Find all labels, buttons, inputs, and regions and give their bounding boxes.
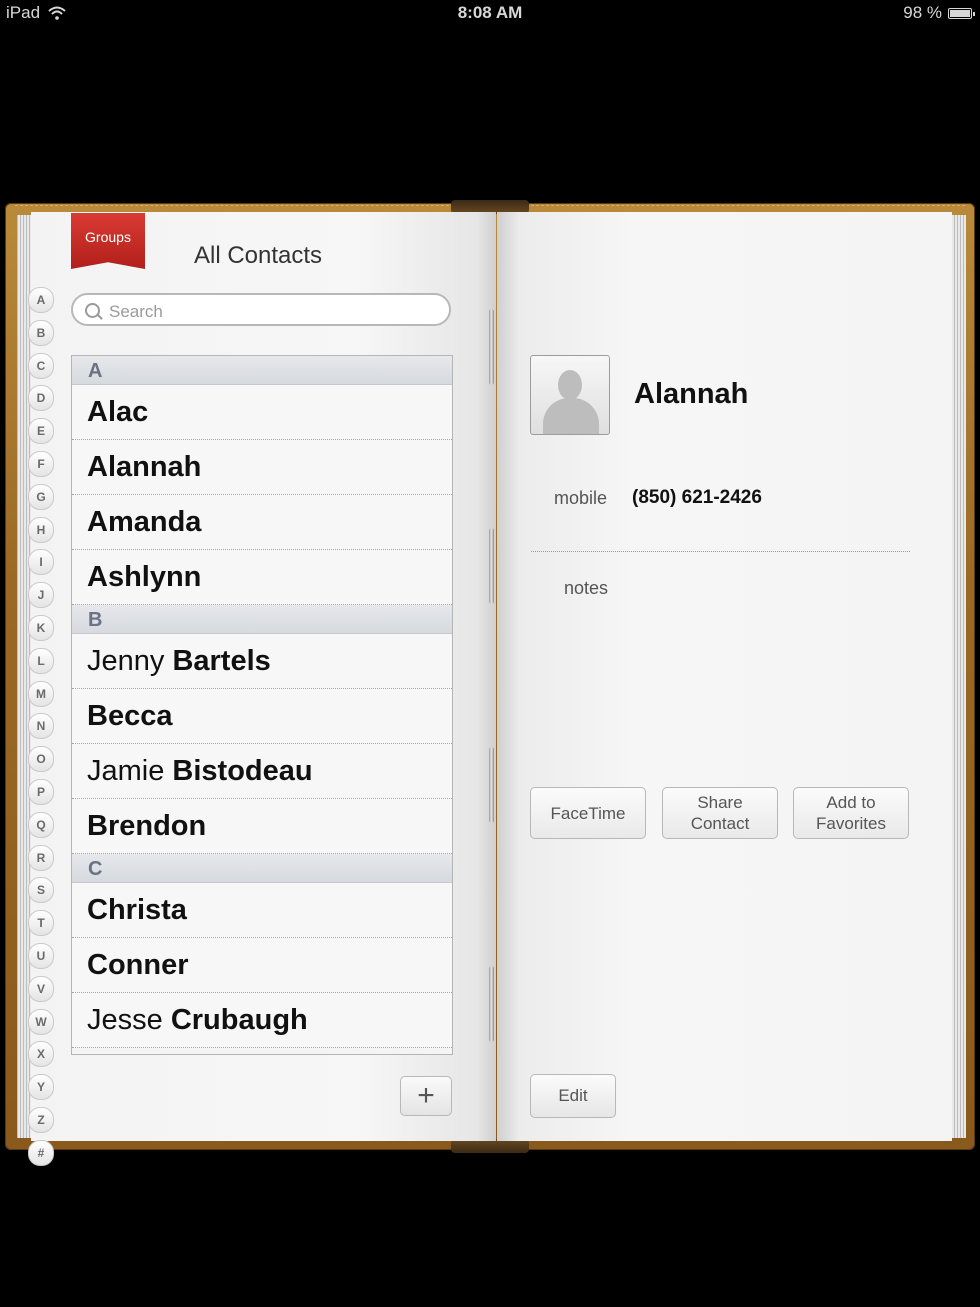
alphabet-index[interactable]: A B C D E F G H I J K L M N O P Q R S T U V W X Y Z # — [28, 287, 58, 1173]
binding-ring — [489, 528, 494, 604]
contact-row[interactable]: Jesse Crubaugh — [72, 993, 452, 1048]
index-letter[interactable]: P — [28, 778, 54, 805]
search-placeholder: Search — [109, 302, 163, 321]
contact-last-name: Christa — [87, 894, 187, 926]
contact-photo[interactable] — [530, 355, 610, 435]
index-letter[interactable]: L — [28, 647, 54, 674]
index-letter[interactable]: # — [28, 1139, 54, 1166]
contact-last-name: Bartels — [172, 645, 271, 677]
index-letter[interactable]: D — [28, 385, 54, 412]
index-letter[interactable]: B — [28, 319, 54, 346]
favorites-label-line1: Add to — [826, 793, 876, 812]
index-letter[interactable]: O — [28, 746, 54, 773]
index-letter[interactable]: T — [28, 910, 54, 937]
index-letter[interactable]: N — [28, 713, 54, 740]
index-letter[interactable]: M — [28, 680, 54, 707]
index-letter[interactable]: E — [28, 418, 54, 445]
index-letter[interactable]: F — [28, 450, 54, 477]
binding-ring — [489, 309, 494, 385]
index-letter[interactable]: C — [28, 352, 54, 379]
index-letter[interactable]: H — [28, 516, 54, 543]
book-clasp-bottom — [451, 1139, 529, 1153]
index-letter[interactable]: V — [28, 975, 54, 1002]
add-to-favorites-label: Add to Favorites — [816, 792, 886, 834]
index-letter[interactable]: A — [28, 287, 54, 313]
mobile-label: mobile — [554, 488, 608, 508]
contact-last-name: Alannah — [87, 451, 202, 483]
index-letter[interactable]: W — [28, 1008, 54, 1035]
contact-row[interactable]: Alannah — [72, 440, 452, 495]
edit-button[interactable]: Edit — [530, 1074, 616, 1118]
index-letter[interactable]: S — [28, 877, 54, 904]
contact-row[interactable]: Jenny Bartels — [72, 634, 452, 689]
battery-icon — [948, 7, 975, 19]
contact-first-name: Jamie — [87, 755, 165, 787]
contact-last-name: Conner — [87, 949, 189, 981]
index-letter[interactable]: U — [28, 942, 54, 969]
contact-row[interactable]: Brendon — [72, 799, 452, 854]
notes-label: notes — [564, 578, 609, 598]
share-label-line1: Share — [697, 793, 743, 812]
contact-last-name: Alac — [87, 396, 149, 428]
share-label-line2: Contact — [690, 814, 750, 833]
contact-row[interactable]: Amanda — [72, 495, 452, 550]
share-contact-button[interactable]: Share Contact — [662, 787, 778, 839]
status-time: 8:08 AM — [457, 3, 523, 22]
index-letter[interactable]: X — [28, 1041, 54, 1068]
facetime-label: FaceTime — [550, 803, 626, 823]
add-contact-button[interactable]: + — [400, 1076, 452, 1116]
share-contact-label: Share Contact — [691, 792, 750, 834]
right-page — [497, 212, 952, 1141]
contact-row[interactable]: Christa — [72, 883, 452, 938]
contact-first-name: Jenny — [87, 645, 165, 677]
contact-last-name: Ashlynn — [87, 561, 202, 593]
section-header: A — [72, 356, 452, 385]
contact-row[interactable]: Jamie Bistodeau — [72, 744, 452, 799]
index-letter[interactable]: K — [28, 614, 54, 641]
status-bar: iPad 8:08 AM 98 % — [0, 0, 980, 26]
add-to-favorites-button[interactable]: Add to Favorites — [793, 787, 909, 839]
contact-list[interactable]: A Alac Alannah Amanda Ashlynn B Jenny Bartels B… — [71, 355, 453, 1055]
index-letter[interactable]: I — [28, 549, 54, 576]
favorites-label-line2: Favorites — [816, 814, 886, 833]
groups-button[interactable]: Groups — [71, 213, 145, 269]
search-icon — [85, 303, 100, 318]
contact-last-name: Bistodeau — [172, 755, 313, 787]
index-letter[interactable]: R — [28, 844, 54, 871]
index-letter[interactable]: G — [28, 483, 54, 510]
person-silhouette-icon — [558, 370, 582, 400]
index-letter[interactable]: Z — [28, 1106, 54, 1133]
section-header: C — [72, 854, 452, 883]
contact-row[interactable]: Ashlynn — [72, 550, 452, 605]
field-divider — [531, 551, 910, 552]
contact-last-name: Brendon — [87, 810, 207, 842]
facetime-button[interactable]: FaceTime — [530, 787, 646, 839]
contact-row[interactable]: Conner — [72, 938, 452, 993]
battery-percent: 98 % — [903, 3, 942, 22]
contact-last-name: Amanda — [87, 506, 202, 538]
index-letter[interactable]: Q — [28, 811, 54, 838]
battery-level — [950, 9, 970, 17]
section-header: B — [72, 605, 452, 634]
contact-first-name: Jesse — [87, 1004, 163, 1036]
index-letter[interactable]: J — [28, 582, 54, 609]
contact-last-name: Crubaugh — [170, 1004, 308, 1036]
person-silhouette-body — [543, 398, 599, 434]
search-input[interactable]: Search — [71, 293, 451, 326]
page-title: All Contacts — [194, 242, 323, 269]
binding-ring — [489, 966, 494, 1042]
contact-name: Alannah — [634, 378, 749, 410]
contact-row[interactable]: Alac — [72, 385, 452, 440]
page-edges-right — [952, 215, 966, 1138]
contact-last-name: Becca — [87, 700, 173, 732]
contact-row[interactable]: Becca — [72, 689, 452, 744]
index-letter[interactable]: Y — [28, 1074, 54, 1101]
mobile-value[interactable]: (850) 621-2426 — [632, 487, 762, 509]
binding-ring — [489, 747, 494, 823]
